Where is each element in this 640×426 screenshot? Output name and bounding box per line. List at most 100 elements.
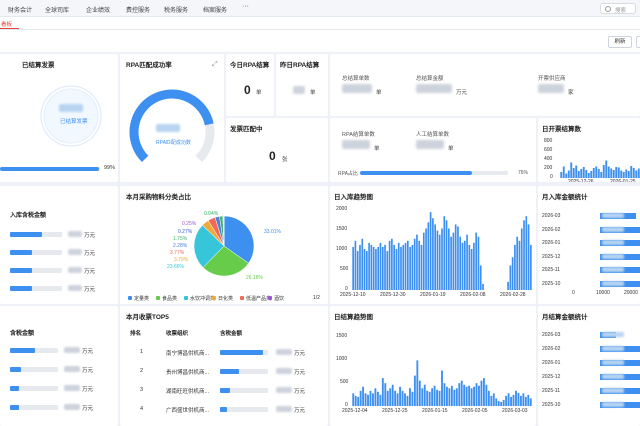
daily-inbound-bar [441,228,443,290]
rpa-ratio-card: RPA结算单数 单 人工结算单数 单 RPA占比 76% [330,118,536,182]
month-inbound-title: 月入库金额统计 [542,194,588,201]
nav-finance[interactable]: 财务会计 [8,5,32,14]
pie-label: 0.27% [178,229,193,235]
pie-label: 3.77% [170,250,185,256]
daily-inbound-bar [416,234,418,290]
pie-label: 26.18% [246,275,264,281]
tax-amount-unit: 万元 [82,387,94,393]
inbound-tax-unit: 万元 [84,269,96,275]
daily-inbound-ytick: 2000 [336,206,348,212]
month-settle-value [602,388,624,393]
fullscreen-button[interactable] [636,36,640,48]
nav-archive[interactable]: 档案服务 [203,5,227,14]
legend-swatch [156,296,160,300]
daily-invoice-bar [610,168,613,178]
daily-settle-bar [510,396,512,406]
daily-settle-bar [517,392,520,406]
daily-invoice-bar [600,172,603,178]
daily-inbound-bar [509,265,512,290]
daily-settle-bar [411,391,414,406]
month-inbound-xtick: 10000 [596,290,610,296]
settled-progress-track [0,167,100,171]
settlement-summary-card: 总结算单数 单 总结算金额 万元 开票供应商 家 [330,54,640,116]
legend-swatch [128,296,132,300]
legend-item: 酒饮 [274,296,285,302]
daily-inbound-bar [514,244,516,290]
legend-swatch [212,296,216,300]
total-count-unit: 单 [376,90,382,96]
daily-settle-bar [500,401,503,406]
daily-inbound-bar [516,236,519,290]
daily-invoice-bar [620,170,623,178]
daily-settle-bar [379,394,382,406]
daily-inbound-bar [461,242,464,290]
daily-invoice-ytick: 200 [544,165,553,171]
daily-settle-bar [396,393,399,406]
daily-settle-bar [515,390,517,406]
daily-invoice-bar [590,171,593,178]
daily-settle-bar [470,388,473,406]
daily-settle-bar [418,380,421,406]
inbound-tax-bar [10,268,32,273]
daily-inbound-bar [427,222,430,290]
search-input[interactable]: 搜索 [600,3,636,14]
yesterday-rpa-card: 昨日RPA结算 单 [276,54,328,116]
daily-settle-bar [362,386,365,406]
month-settle-label: 2025-12 [542,374,561,380]
daily-settle-xtick: 2026-01-15 [422,408,448,414]
daily-settle-bar [522,393,525,406]
daily-inbound-bar [365,251,368,290]
daily-settle-bar [529,398,532,406]
daily-inbound-ytick: 1000 [336,246,348,252]
daily-settle-bar [431,388,434,406]
daily-settle-bar [354,395,357,406]
yesterday-rpa-unit: 单 [310,90,316,96]
daily-invoice-bar [632,168,635,178]
daily-settle-bar [389,388,392,406]
daily-settle-bar [386,390,389,406]
top5-rank: 2 [140,368,144,374]
daily-inbound-bar [482,283,484,290]
month-inbound-value [602,240,624,245]
daily-settle-bar [497,400,500,406]
daily-inbound-bar [434,224,437,290]
daily-settle-bar [409,388,411,406]
legend-swatch [184,296,188,300]
daily-inbound-card: 日入库趋势图 2000 1500 1000 500 0 2025-12-10 2… [330,186,536,304]
daily-settle-bar [367,394,369,406]
daily-settle-bar [468,385,471,406]
nav-expense[interactable]: 费控服务 [126,5,150,14]
daily-inbound-bar [409,246,411,290]
daily-settle-xtick: 2025-12-25 [382,408,408,414]
daily-inbound-bar [386,251,389,290]
legend-pager[interactable]: 1/2 [313,295,320,301]
inbound-tax-bar [10,250,32,255]
daily-invoice-bar [602,165,605,178]
nav-performance[interactable]: 企业绩效 [86,5,110,14]
nav-tax[interactable]: 税务服务 [164,5,188,14]
top5-bar [220,388,230,393]
daily-inbound-bar [395,249,398,290]
nav-treasury[interactable]: 全球司库 [45,5,69,14]
refresh-button[interactable]: 刷新 [608,36,632,48]
daily-inbound-bar [463,240,466,290]
daily-settle-bar [404,393,406,406]
daily-invoice-bar [627,171,630,178]
daily-invoice-bar [615,167,618,178]
daily-inbound-bar [466,234,468,290]
month-inbound-label: 2025-12 [542,253,561,260]
daily-inbound-xtick: 2026-02-08 [460,292,486,298]
daily-inbound-bar [511,257,514,290]
nav-more[interactable]: ··· [242,3,249,10]
top5-value [276,387,292,393]
invoice-supplier-value [538,84,564,93]
month-settle-label: 2026-03 [542,332,561,338]
daily-invoice-bar [605,160,608,178]
manual-count-value [416,140,444,149]
daily-settle-bar [394,390,397,406]
legend-item: 食品类 [162,296,178,302]
inbound-tax-value [68,231,82,237]
tab-dashboard[interactable]: 看板 [0,19,19,29]
daily-inbound-bar [422,232,425,290]
rpa-ratio-label: RPA占比 [338,171,358,177]
